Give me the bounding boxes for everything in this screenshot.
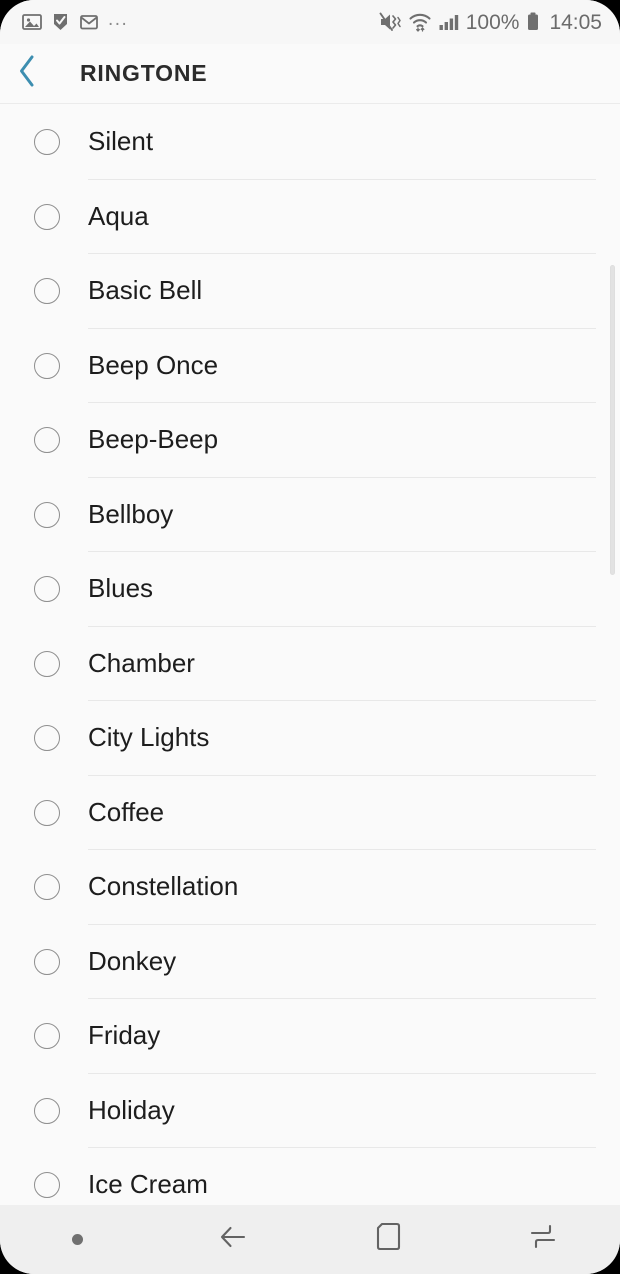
ringtone-label: Aqua bbox=[88, 200, 149, 231]
back-button[interactable] bbox=[0, 44, 54, 104]
radio-button-icon[interactable] bbox=[34, 948, 60, 975]
radio-button-icon[interactable] bbox=[34, 576, 60, 603]
ringtone-row[interactable]: Aqua bbox=[0, 180, 620, 254]
ringtone-label: Ice Cream bbox=[88, 1169, 208, 1200]
radio-slot[interactable] bbox=[0, 501, 88, 528]
keyboard-hide-dot-icon bbox=[72, 1234, 83, 1245]
radio-slot[interactable] bbox=[0, 799, 88, 826]
ringtone-label: Blues bbox=[88, 573, 154, 604]
radio-slot[interactable] bbox=[0, 203, 88, 230]
radio-button-icon[interactable] bbox=[34, 203, 60, 230]
radio-button-icon[interactable] bbox=[34, 1023, 60, 1050]
nav-recents-button[interactable] bbox=[465, 1205, 620, 1274]
nav-back-button[interactable] bbox=[155, 1205, 310, 1274]
phone-screen: ... 100% 14:05 RINGTONE Silent Aqua Basi… bbox=[0, 0, 620, 1274]
radio-button-icon[interactable] bbox=[34, 501, 60, 528]
navigation-bar bbox=[0, 1205, 620, 1274]
ringtone-label: Beep Once bbox=[88, 349, 219, 380]
radio-button-icon[interactable] bbox=[34, 650, 60, 677]
status-time-label: 14:05 bbox=[549, 10, 602, 34]
battery-icon bbox=[526, 11, 540, 33]
keyboard-hide-dot-button[interactable] bbox=[0, 1205, 155, 1274]
recents-icon bbox=[526, 1221, 560, 1258]
ringtone-row[interactable]: Blues bbox=[0, 552, 620, 627]
radio-slot[interactable] bbox=[0, 278, 88, 305]
radio-slot[interactable] bbox=[0, 948, 88, 975]
ringtone-label: Friday bbox=[88, 1020, 161, 1051]
ringtone-row[interactable]: Ice Cream bbox=[0, 1148, 620, 1205]
mute-vibrate-icon bbox=[378, 11, 402, 33]
checkmark-flag-icon bbox=[51, 12, 70, 32]
radio-button-icon[interactable] bbox=[34, 278, 60, 305]
radio-slot[interactable] bbox=[0, 1023, 88, 1050]
radio-slot[interactable] bbox=[0, 725, 88, 752]
radio-slot[interactable] bbox=[0, 1172, 88, 1199]
ringtone-label: Coffee bbox=[88, 796, 165, 827]
radio-button-icon[interactable] bbox=[34, 427, 60, 454]
ringtone-label: Holiday bbox=[88, 1094, 175, 1125]
ringtone-list[interactable]: Silent Aqua Basic Bell Beep Once Beep-Beep Be… bbox=[0, 105, 620, 1205]
ringtone-label: Beep-Beep bbox=[88, 424, 219, 455]
ringtone-row[interactable]: Beep Once bbox=[0, 329, 620, 403]
home-square-icon bbox=[373, 1221, 403, 1258]
radio-button-icon[interactable] bbox=[34, 129, 60, 156]
status-bar: ... 100% 14:05 bbox=[0, 0, 620, 44]
cellular-signal-icon bbox=[438, 12, 460, 32]
scrollbar-thumb[interactable] bbox=[610, 265, 615, 575]
radio-button-icon[interactable] bbox=[34, 352, 60, 379]
ringtone-label: City Lights bbox=[88, 722, 210, 753]
radio-button-icon[interactable] bbox=[34, 874, 60, 901]
ringtone-row[interactable]: Bellboy bbox=[0, 478, 620, 552]
ringtone-row[interactable]: Silent bbox=[0, 105, 620, 180]
ringtone-row[interactable]: Chamber bbox=[0, 627, 620, 701]
ringtone-label: Chamber bbox=[88, 647, 195, 678]
gallery-image-icon bbox=[22, 12, 42, 32]
ringtone-row[interactable]: Friday bbox=[0, 999, 620, 1074]
ringtone-label: Donkey bbox=[88, 945, 177, 976]
ringtone-row[interactable]: Constellation bbox=[0, 850, 620, 925]
ringtone-label: Bellboy bbox=[88, 498, 174, 529]
ringtone-row[interactable]: Donkey bbox=[0, 925, 620, 999]
battery-percent-label: 100% bbox=[465, 10, 520, 34]
radio-slot[interactable] bbox=[0, 129, 88, 156]
radio-button-icon[interactable] bbox=[34, 1172, 60, 1199]
radio-button-icon[interactable] bbox=[34, 1097, 60, 1124]
status-bar-left-icons: ... bbox=[22, 10, 128, 34]
status-bar-right-icons: 100% 14:05 bbox=[378, 11, 602, 33]
radio-slot[interactable] bbox=[0, 352, 88, 379]
radio-slot[interactable] bbox=[0, 874, 88, 901]
radio-button-icon[interactable] bbox=[34, 799, 60, 826]
radio-slot[interactable] bbox=[0, 427, 88, 454]
chevron-left-icon bbox=[16, 54, 38, 93]
radio-slot[interactable] bbox=[0, 1097, 88, 1124]
ringtone-row[interactable]: Beep-Beep bbox=[0, 403, 620, 478]
email-envelope-icon bbox=[79, 12, 99, 32]
back-arrow-icon bbox=[216, 1222, 250, 1257]
status-overflow-dots: ... bbox=[108, 9, 129, 30]
radio-button-icon[interactable] bbox=[34, 725, 60, 752]
ringtone-row[interactable]: Basic Bell bbox=[0, 254, 620, 329]
ringtone-label: Basic Bell bbox=[88, 275, 203, 306]
nav-home-button[interactable] bbox=[310, 1205, 465, 1274]
ringtone-label: Silent bbox=[88, 126, 154, 157]
ringtone-label: Constellation bbox=[88, 871, 239, 902]
wifi-icon bbox=[408, 11, 432, 33]
ringtone-row[interactable]: Holiday bbox=[0, 1074, 620, 1148]
radio-slot[interactable] bbox=[0, 576, 88, 603]
radio-slot[interactable] bbox=[0, 650, 88, 677]
ringtone-row[interactable]: City Lights bbox=[0, 701, 620, 776]
ringtone-row[interactable]: Coffee bbox=[0, 776, 620, 850]
app-header: RINGTONE bbox=[0, 44, 620, 104]
page-title: RINGTONE bbox=[80, 60, 208, 86]
